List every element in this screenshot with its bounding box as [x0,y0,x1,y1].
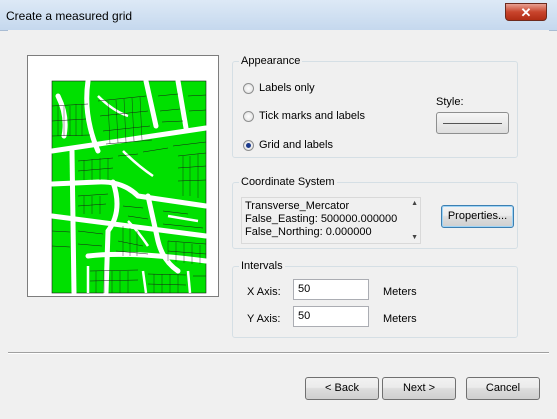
x-axis-input[interactable]: 50 [293,279,369,300]
radio-labels-only-indicator[interactable] [243,82,254,94]
y-axis-input[interactable]: 50 [293,306,369,327]
coord-line-false-easting: False_Easting: 500000.000000 [245,213,398,225]
radio-grid-and-labels[interactable]: Grid and labels [243,138,333,152]
title-bar[interactable]: Create a measured grid ✕ [0,0,557,31]
radio-tick-marks-and-labels[interactable]: Tick marks and labels [243,109,365,123]
intervals-group-label: Intervals [239,260,285,272]
coordinate-system-group-label: Coordinate System [239,176,337,188]
properties-button[interactable]: Properties... [441,205,514,228]
grid-preview [27,55,219,297]
dialog-window: Create a measured grid ✕ Appearance Labe… [0,0,557,419]
next-button[interactable]: Next > [382,377,456,400]
radio-labels-only-label[interactable]: Labels only [259,82,315,94]
parcel-map-preview [28,56,218,296]
scroll-down-icon[interactable]: ▼ [411,234,418,241]
coord-line-false-northing: False_Northing: 0.000000 [245,226,372,238]
back-button[interactable]: < Back [305,377,379,400]
coord-line-projection: Transverse_Mercator [245,200,350,212]
intervals-group: Intervals X Axis: 50 Meters Y Axis: 50 M… [232,260,518,338]
style-label: Style: [436,96,464,108]
dialog-body: Appearance Labels only Tick marks and la… [8,30,549,410]
radio-grid-and-labels-indicator[interactable] [243,139,254,151]
appearance-group: Appearance Labels only Tick marks and la… [232,55,518,158]
x-axis-unit: Meters [383,286,417,298]
coordinate-system-group: Coordinate System Transverse_Mercator Fa… [232,176,518,249]
y-axis-label: Y Axis: [247,313,281,325]
window-title: Create a measured grid [6,9,133,23]
coordinate-system-text-box[interactable]: Transverse_Mercator False_Easting: 50000… [241,197,421,244]
button-separator [8,352,549,354]
scroll-up-icon[interactable]: ▲ [411,200,418,207]
cancel-button[interactable]: Cancel [466,377,540,400]
y-axis-unit: Meters [383,313,417,325]
radio-labels-only[interactable]: Labels only [243,81,315,95]
x-axis-label: X Axis: [247,286,281,298]
appearance-group-label: Appearance [239,55,303,67]
radio-grid-and-labels-label[interactable]: Grid and labels [259,139,333,151]
close-button[interactable]: ✕ [505,3,547,21]
radio-tick-marks-label[interactable]: Tick marks and labels [259,110,365,122]
radio-tick-marks-indicator[interactable] [243,110,254,122]
style-button[interactable] [436,112,509,134]
